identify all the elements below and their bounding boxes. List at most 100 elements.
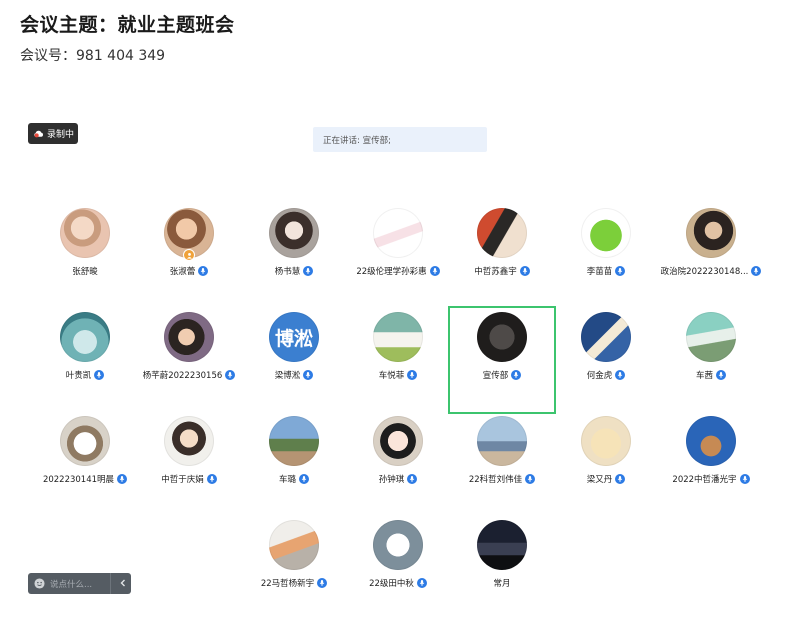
participant-label: 中哲于庆娟: [161, 473, 217, 485]
avatar: [269, 520, 319, 570]
mic-icon[interactable]: [317, 578, 328, 588]
participant-tile[interactable]: 何金虎: [554, 312, 658, 381]
participant-name: 杨芊蔚2022230156: [142, 371, 223, 381]
participant-tile[interactable]: 李苗苗: [554, 208, 658, 277]
avatar-wrapper: [581, 208, 631, 258]
avatar: [373, 416, 423, 466]
mic-icon[interactable]: [303, 370, 314, 380]
mic-icon[interactable]: [303, 266, 314, 276]
meeting-title: 会议主题：就业主题班会: [20, 14, 235, 36]
mic-icon[interactable]: [198, 266, 209, 276]
participant-tile[interactable]: 车悦菲: [346, 312, 450, 381]
participant-tile[interactable]: 22马哲杨新宇: [242, 520, 346, 589]
avatar: [373, 520, 423, 570]
mic-icon[interactable]: [416, 578, 427, 588]
participant-tile[interactable]: 杨芊蔚2022230156: [137, 312, 241, 381]
cloud-record-icon: [34, 130, 44, 138]
avatar-wrapper: [164, 416, 214, 466]
avatar: [581, 312, 631, 362]
participant-label: 22科哲刘伟佳: [468, 473, 536, 485]
participant-label: 李苗苗: [587, 265, 626, 277]
participant-name: 22马哲杨新宇: [260, 579, 315, 589]
avatar-wrapper: [686, 312, 736, 362]
avatar: 博淞: [269, 312, 319, 362]
avatar: [477, 416, 527, 466]
mic-icon[interactable]: [615, 266, 626, 276]
participant-tile[interactable]: 张淑蕾: [137, 208, 241, 277]
participant-tile[interactable]: 车璐: [242, 416, 346, 485]
emoji-icon[interactable]: [34, 578, 45, 589]
mic-icon[interactable]: [429, 266, 440, 276]
avatar-wrapper: [477, 416, 527, 466]
participant-tile[interactable]: 杨书慧: [242, 208, 346, 277]
avatar-wrapper: [581, 416, 631, 466]
participant-name: 梁博淞: [274, 371, 301, 381]
participant-tile[interactable]: 博淞 梁博淞: [242, 312, 346, 381]
mic-icon[interactable]: [751, 266, 762, 276]
participant-tile[interactable]: 2022230141明晨: [33, 416, 137, 485]
mic-icon[interactable]: [511, 370, 522, 380]
chat-divider: [110, 573, 111, 594]
participant-name: 孙钟琪: [378, 475, 405, 485]
participant-name: 常月: [493, 579, 511, 589]
mic-icon[interactable]: [407, 370, 418, 380]
avatar-wrapper: [373, 520, 423, 570]
participant-tile[interactable]: 张舒畯: [33, 208, 137, 277]
participant-tile[interactable]: 孙钟琪: [346, 416, 450, 485]
chat-input[interactable]: 说点什么...: [28, 573, 131, 594]
active-speaker-text: 正在讲话: 宣传部;: [323, 135, 391, 146]
avatar: [477, 208, 527, 258]
mic-icon[interactable]: [739, 474, 750, 484]
mic-icon[interactable]: [407, 474, 418, 484]
avatar-wrapper: [581, 312, 631, 362]
avatar: [477, 312, 527, 362]
participant-label: 梁又丹: [587, 473, 626, 485]
participant-tile[interactable]: 中哲于庆娟: [137, 416, 241, 485]
participant-label: 何金虎: [587, 369, 626, 381]
avatar-wrapper: [477, 520, 527, 570]
mic-icon[interactable]: [206, 474, 217, 484]
mic-icon[interactable]: [525, 474, 536, 484]
participant-name: 梁又丹: [586, 475, 613, 485]
participant-name: 22科哲刘伟佳: [468, 475, 523, 485]
recording-badge[interactable]: 录制中: [28, 123, 78, 144]
participant-label: 22级伦理学孙彩惠: [356, 265, 440, 277]
participant-tile[interactable]: 梁又丹: [554, 416, 658, 485]
participant-label: 常月: [493, 577, 510, 589]
participant-label: 2022230141明晨: [43, 473, 128, 485]
mic-icon[interactable]: [117, 474, 128, 484]
chevron-left-icon[interactable]: [118, 578, 128, 588]
mic-icon[interactable]: [299, 474, 309, 484]
participant-tile[interactable]: 常月: [450, 520, 554, 589]
participant-tile[interactable]: 中哲苏鑫宇: [450, 208, 554, 277]
participant-tile[interactable]: 22级伦理学孙彩惠: [346, 208, 450, 277]
avatar: [373, 312, 423, 362]
avatar-wrapper: 博淞: [269, 312, 319, 362]
participant-name: 车璐: [278, 475, 296, 485]
participant-label: 张舒畯: [72, 265, 98, 277]
meeting-id: 会议号：981 404 349: [20, 48, 166, 64]
mic-icon[interactable]: [716, 370, 726, 380]
avatar: [581, 208, 631, 258]
avatar: [581, 416, 631, 466]
participant-tile[interactable]: 22科哲刘伟佳: [450, 416, 554, 485]
mic-icon[interactable]: [225, 370, 236, 380]
avatar-text: 博淞: [274, 327, 313, 350]
participant-tile[interactable]: 2022中哲潘光宇: [659, 416, 763, 485]
participant-label: 车璐: [279, 473, 309, 485]
mic-icon[interactable]: [615, 370, 626, 380]
avatar-wrapper: [60, 208, 110, 258]
avatar-wrapper: [60, 312, 110, 362]
participant-tile[interactable]: 叶贵凯: [33, 312, 137, 381]
participant-tile[interactable]: 22级田中秋: [346, 520, 450, 589]
participant-tile[interactable]: 宣传部: [448, 306, 556, 414]
participant-tile[interactable]: 车茜: [659, 312, 763, 381]
active-speaker-banner: 正在讲话: 宣传部;: [313, 127, 487, 152]
mic-icon[interactable]: [94, 370, 105, 380]
avatar: [269, 416, 319, 466]
participant-tile[interactable]: 政治院2022230148...: [659, 208, 763, 277]
avatar: [60, 208, 110, 258]
mic-icon[interactable]: [615, 474, 626, 484]
avatar-wrapper: [373, 416, 423, 466]
mic-icon[interactable]: [519, 266, 530, 276]
